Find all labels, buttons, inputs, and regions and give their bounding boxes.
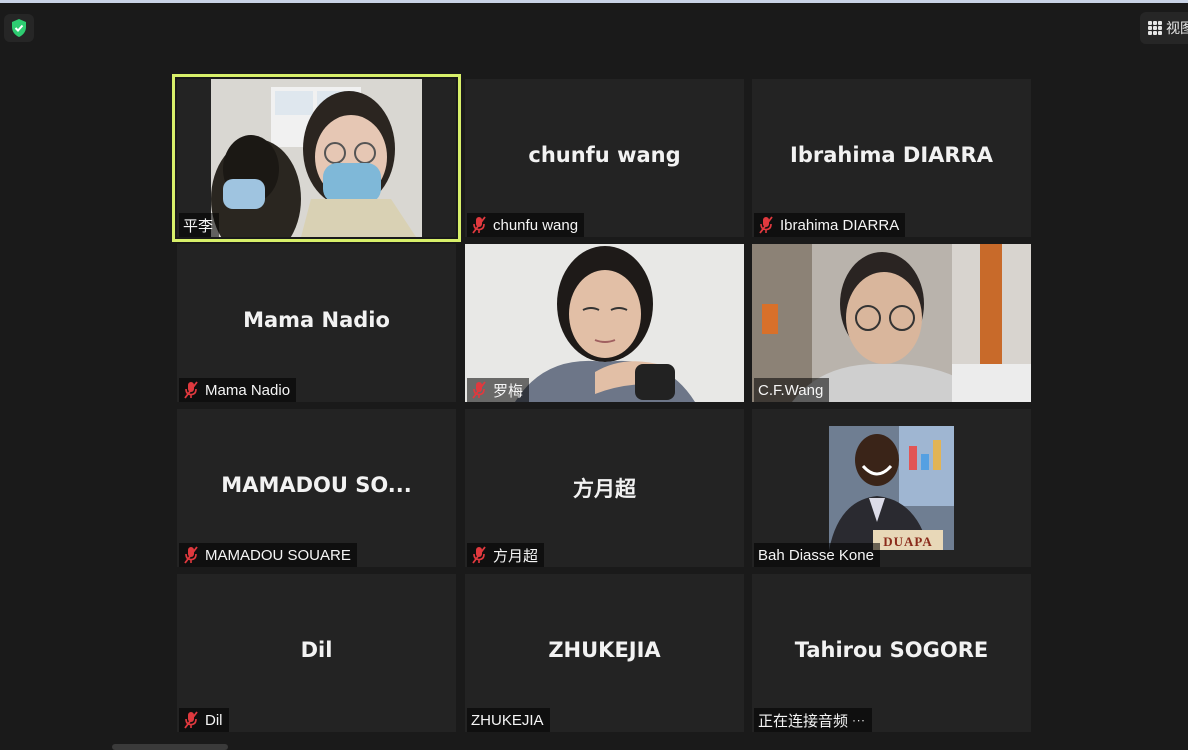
participant-name-label: 方月超 — [467, 543, 545, 567]
participant-tile-11[interactable]: ZHUKEJIA ZHUKEJIA — [465, 574, 744, 732]
window-top-border — [0, 0, 1188, 3]
participant-name-label: chunfu wang — [467, 213, 585, 237]
participant-display-name: Tahirou SOGORE — [794, 638, 989, 662]
participant-name-label: 正在连接音频 ·∙∙ — [754, 708, 872, 732]
view-button[interactable]: 视图 — [1140, 12, 1188, 44]
muted-mic-icon — [184, 546, 198, 564]
loading-dots-icon: ·∙∙ — [852, 713, 866, 727]
participant-tile-12[interactable]: Tahirou SOGORE 正在连接音频 ·∙∙ — [752, 574, 1031, 732]
participant-name-label: C.F.Wang — [754, 378, 830, 402]
participant-display-name: ZHUKEJIA — [548, 638, 661, 662]
participant-name-label: Mama Nadio — [179, 378, 297, 402]
security-shield-icon[interactable] — [4, 14, 34, 42]
muted-mic-icon — [472, 546, 486, 564]
muted-mic-icon — [472, 216, 486, 234]
participant-tile-7[interactable]: MAMADOU SO... MAMADOU SOUARE — [177, 409, 456, 567]
participant-name-label: Bah Diasse Kone — [754, 543, 880, 567]
participant-name-label: ZHUKEJIA — [467, 708, 550, 732]
participant-tile-3[interactable]: Ibrahima DIARRA Ibrahima DIARRA — [752, 79, 1031, 237]
participant-video: DUAPA — [829, 426, 954, 550]
participant-name-label: MAMADOU SOUARE — [179, 543, 357, 567]
muted-mic-icon — [759, 216, 773, 234]
muted-mic-icon — [472, 381, 486, 399]
participant-tile-10[interactable]: Dil Dil — [177, 574, 456, 732]
participant-display-name: Dil — [300, 638, 333, 662]
participant-tile-6[interactable]: C.F.Wang — [752, 244, 1031, 402]
grid-view-icon — [1148, 21, 1162, 35]
nameplate-sign: DUAPA — [883, 534, 933, 549]
connecting-audio-status: 正在连接音频 — [758, 712, 849, 730]
participant-name-label: 平李 — [179, 213, 220, 237]
muted-mic-icon — [184, 711, 198, 729]
view-button-label: 视图 — [1166, 20, 1188, 36]
participant-tile-8[interactable]: 方月超 方月超 — [465, 409, 744, 567]
participant-name-label: Ibrahima DIARRA — [754, 213, 906, 237]
participant-tile-2[interactable]: chunfu wang chunfu wang — [465, 79, 744, 237]
bottom-scroll-handle[interactable] — [112, 744, 228, 750]
participant-name-label: 罗梅 — [467, 378, 530, 402]
participant-tile-4[interactable]: Mama Nadio Mama Nadio — [177, 244, 456, 402]
participant-display-name: MAMADOU SO... — [221, 473, 412, 497]
participant-display-name: chunfu wang — [528, 143, 681, 167]
muted-mic-icon — [184, 381, 198, 399]
participant-display-name: Ibrahima DIARRA — [790, 143, 993, 167]
participant-tile-9[interactable]: DUAPA Bah Diasse Kone — [752, 409, 1031, 567]
participant-name-label: Dil — [179, 708, 229, 732]
participant-tile-1[interactable]: 平李 — [172, 74, 461, 242]
participant-tile-5[interactable]: 罗梅 — [465, 244, 744, 402]
participant-display-name: 方月超 — [573, 477, 636, 501]
participant-video — [211, 79, 422, 237]
participant-display-name: Mama Nadio — [243, 308, 390, 332]
